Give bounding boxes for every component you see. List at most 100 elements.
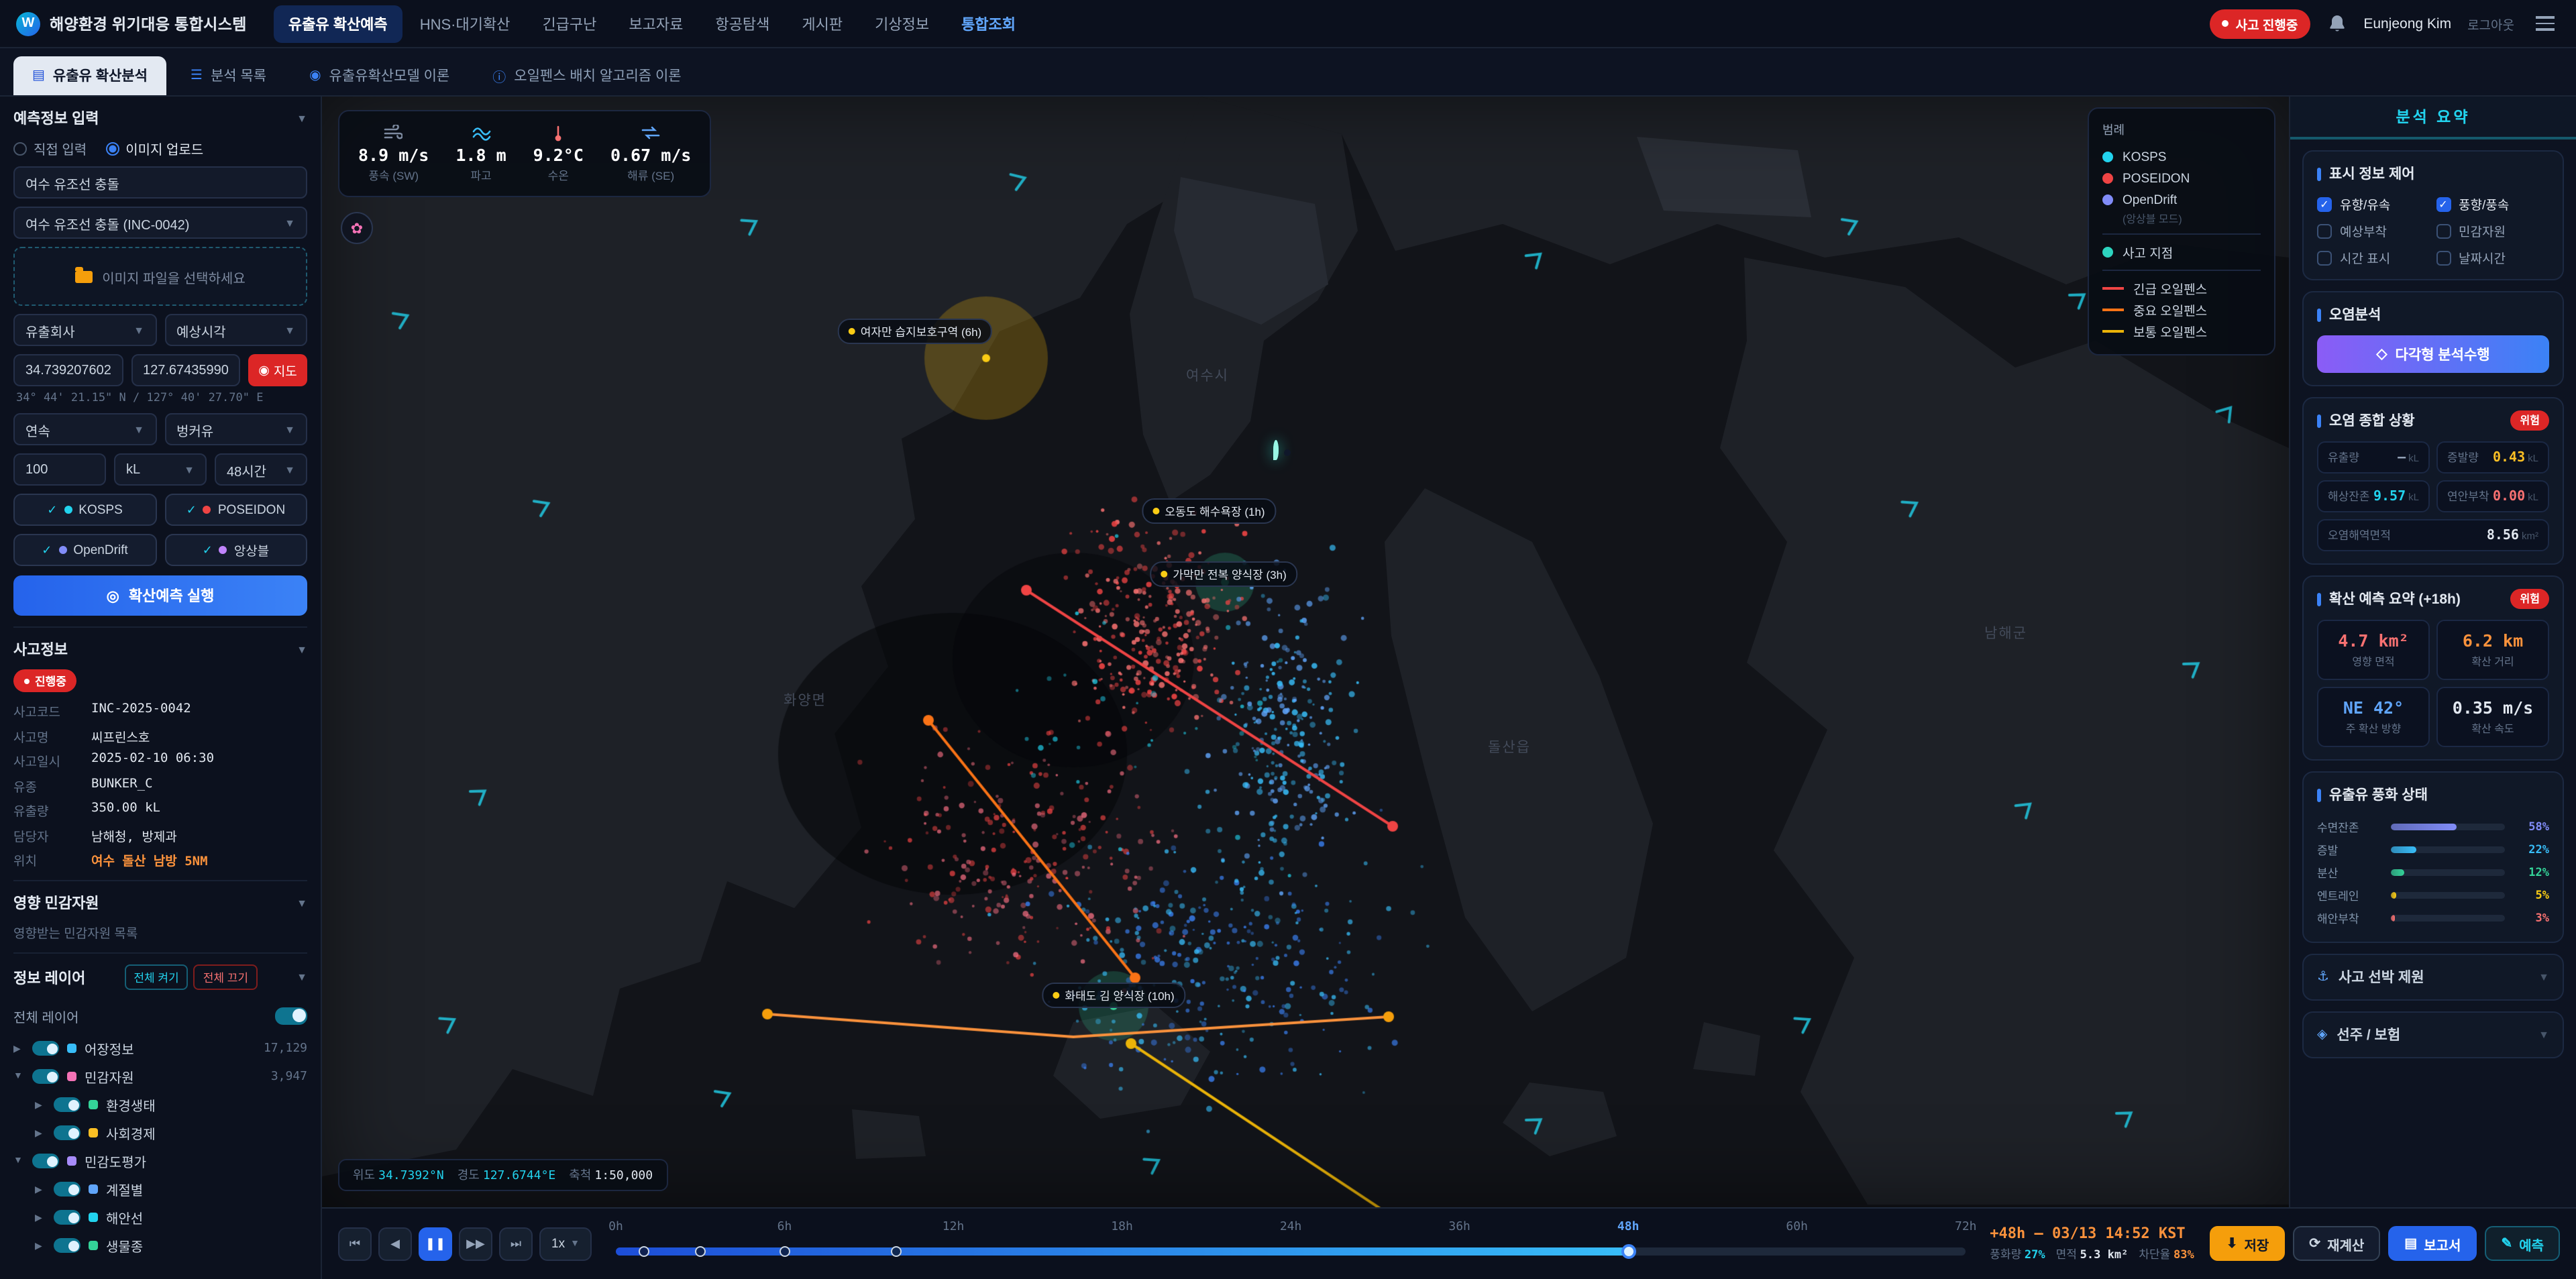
menu-item-reports[interactable]: 보고자료 [614, 5, 698, 42]
radio-image-upload[interactable]: 이미지 업로드 [105, 138, 203, 158]
radio-direct-input[interactable]: 직접 입력 [13, 138, 87, 158]
model-toggle-ensemble[interactable]: ✓앙상블 [164, 534, 307, 566]
hazard-marker[interactable]: 여자만 습지보호구역 (6h) [838, 319, 992, 344]
tab-model-theory[interactable]: ◉유출유확산모델 이론 [290, 56, 468, 95]
display-checkbox-시간 표시[interactable]: 시간 표시 [2317, 248, 2430, 267]
master-layer-toggle[interactable] [275, 1007, 307, 1024]
layer-toggle[interactable] [54, 1238, 80, 1253]
oil-type-select[interactable]: 벙커유▼ [164, 413, 307, 445]
hazard-marker[interactable]: 가막만 전복 양식장 (3h) [1150, 561, 1297, 587]
logout-button[interactable]: 로그아웃 [2467, 14, 2514, 33]
timeline-tick[interactable]: 6h [777, 1221, 792, 1234]
display-checkbox-날짜시간[interactable]: 날짜시간 [2436, 248, 2549, 267]
tab-boom-theory[interactable]: ⓘ오일펜스 배치 알고리즘 이론 [474, 56, 700, 95]
incident-status-badge[interactable]: 사고 진행중 [2210, 9, 2310, 38]
skip-start-button[interactable]: ⏮ [338, 1227, 372, 1260]
step-back-button[interactable]: ◀ [378, 1227, 412, 1260]
caret-icon[interactable]: ▶ [35, 1184, 46, 1194]
incident-name-input[interactable] [13, 166, 307, 199]
caret-icon[interactable]: ▼ [13, 1156, 24, 1166]
user-name[interactable]: Eunjeong Kim [2363, 15, 2451, 32]
timeline-tick[interactable]: 12h [943, 1221, 965, 1234]
radio-icon [13, 142, 27, 155]
duration-select[interactable]: 48시간▼ [215, 453, 307, 486]
run-prediction-button[interactable]: ◎확산예측 실행 [13, 575, 307, 616]
timeline-tick[interactable]: 18h [1111, 1221, 1133, 1234]
tab-diffusion-analysis[interactable]: ▤유출유 확산분석 [13, 56, 166, 95]
model-toggle-poseidon[interactable]: ✓POSEIDON [164, 494, 307, 526]
amount-input[interactable] [13, 453, 106, 486]
menu-item-weather[interactable]: 기상정보 [860, 5, 944, 42]
incident-select[interactable]: 여수 유조선 충돌 (INC-0042)▼ [13, 207, 307, 239]
display-checkbox-풍향/풍속[interactable]: ✓풍향/풍속 [2436, 194, 2549, 213]
unit-select[interactable]: kL▼ [114, 453, 207, 486]
model-toggle-kosps[interactable]: ✓KOSPS [13, 494, 156, 526]
menu-item-air-search[interactable]: 항공탐색 [700, 5, 784, 42]
display-checkbox-민감자원[interactable]: 민감자원 [2436, 221, 2549, 240]
timeline-tick[interactable]: 0h [608, 1221, 623, 1234]
save-button[interactable]: ⬇저장 [2210, 1226, 2286, 1261]
latitude-input[interactable] [13, 354, 123, 386]
timeline-handle[interactable] [1621, 1244, 1635, 1259]
timeline-tick[interactable]: 72h [1955, 1221, 1977, 1234]
report-button[interactable]: ▤보고서 [2388, 1226, 2477, 1261]
layer-toggle[interactable] [32, 1069, 59, 1084]
caret-icon[interactable]: ▶ [35, 1212, 46, 1223]
caret-icon[interactable]: ▶ [35, 1127, 46, 1138]
layer-toggle[interactable] [54, 1182, 80, 1197]
fast-forward-button[interactable]: ▶▶ [459, 1227, 492, 1260]
layer-toggle[interactable] [54, 1125, 80, 1140]
recalculate-button[interactable]: ⟳재계산 [2293, 1226, 2380, 1261]
chevron-down-icon[interactable]: ▼ [297, 971, 307, 983]
menu-item-rescue[interactable]: 긴급구난 [527, 5, 611, 42]
incident-row-label: 사고명 [13, 726, 91, 745]
menu-item-spill-forecast[interactable]: 유출유 확산예측 [274, 5, 402, 42]
hazard-marker[interactable]: 화태도 김 양식장 (10h) [1042, 983, 1185, 1008]
timeline-tick[interactable]: 24h [1280, 1221, 1302, 1234]
layer-toggle[interactable] [32, 1041, 59, 1056]
tab-analysis-list[interactable]: ☰분석 목록 [172, 56, 285, 95]
spill-company-select[interactable]: 유출회사▼ [13, 314, 156, 346]
caret-icon[interactable]: ▶ [35, 1240, 46, 1251]
playback-speed-select[interactable]: 1x▼ [539, 1227, 592, 1260]
caret-icon[interactable]: ▶ [35, 1099, 46, 1110]
owner-insurance-fold[interactable]: ◈ 선주 / 보험 ▼ [2317, 1025, 2549, 1045]
chevron-down-icon[interactable]: ▼ [297, 897, 307, 909]
map-style-button[interactable]: ✿ [341, 212, 373, 244]
layer-toggle[interactable] [54, 1097, 80, 1112]
map-viewport[interactable]: 여수시화양면돌산읍남해군 여자만 습지보호구역 (6h)오동도 해수욕장 (1h… [322, 97, 2289, 1207]
chevron-down-icon[interactable]: ▼ [297, 643, 307, 655]
hamburger-menu-icon[interactable] [2530, 11, 2560, 36]
incident-location-pin[interactable] [1273, 443, 1300, 469]
chevron-down-icon[interactable]: ▼ [297, 112, 307, 124]
pause-button[interactable]: ❚❚ [419, 1227, 452, 1260]
expected-time-select[interactable]: 예상시각▼ [164, 314, 307, 346]
layer-toggle[interactable] [32, 1154, 59, 1168]
caret-icon[interactable]: ▼ [13, 1072, 24, 1081]
notification-bell-icon[interactable] [2326, 13, 2347, 34]
vessel-specs-fold[interactable]: ⚓ 사고 선박 제원 ▼ [2317, 967, 2549, 987]
timeline-stat: 면적 5.3 km² [2056, 1246, 2129, 1262]
display-checkbox-예상부착[interactable]: 예상부착 [2317, 221, 2430, 240]
menu-item-hns[interactable]: HNS·대기확산 [405, 5, 525, 42]
predict-button[interactable]: ✎예측 [2485, 1226, 2560, 1261]
menu-item-integrated-search[interactable]: 통합조회 [947, 5, 1030, 42]
hazard-marker[interactable]: 오동도 해수욕장 (1h) [1142, 498, 1275, 524]
model-toggle-opendrift[interactable]: ✓OpenDrift [13, 534, 156, 566]
timeline-tick[interactable]: 60h [1786, 1221, 1808, 1234]
timeline-tick[interactable]: 36h [1448, 1221, 1470, 1234]
skip-end-button[interactable]: ⏭ [499, 1227, 533, 1260]
display-checkbox-유향/유속[interactable]: ✓유향/유속 [2317, 194, 2430, 213]
layer-toggle[interactable] [54, 1210, 80, 1225]
spill-type-select[interactable]: 연속▼ [13, 413, 156, 445]
caret-icon[interactable]: ▶ [13, 1043, 24, 1054]
pick-on-map-button[interactable]: ◉지도 [248, 354, 307, 386]
all-layers-off-button[interactable]: 전체 끄기 [194, 964, 258, 990]
all-layers-on-button[interactable]: 전체 켜기 [124, 964, 188, 990]
polygon-analysis-button[interactable]: ◇다각형 분석수행 [2317, 335, 2549, 373]
longitude-input[interactable] [131, 354, 240, 386]
timeline-track[interactable] [616, 1247, 1966, 1256]
menu-item-board[interactable]: 게시판 [787, 5, 857, 42]
image-dropzone[interactable]: 이미지 파일을 선택하세요 [13, 247, 307, 306]
timeline-tick[interactable]: 48h [1617, 1221, 1640, 1234]
